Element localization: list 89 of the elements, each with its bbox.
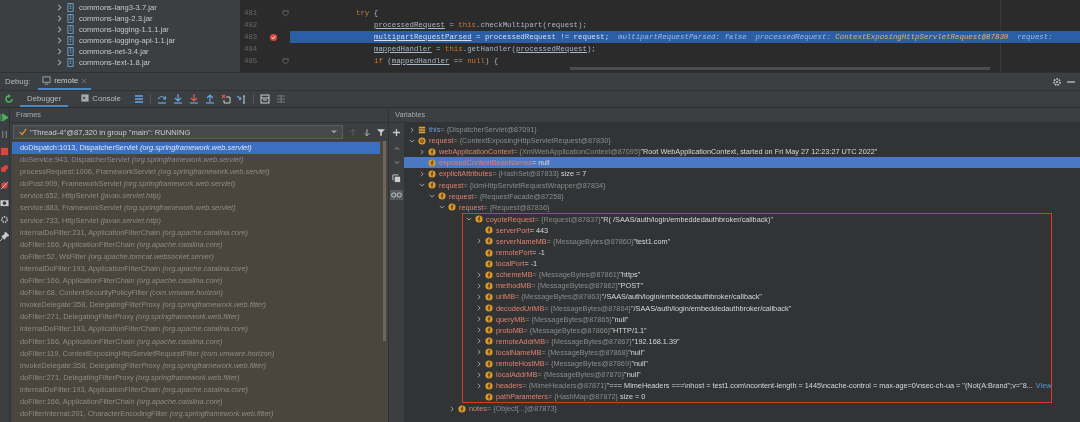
chevron-right-icon[interactable] — [448, 405, 455, 412]
chevron-right-icon[interactable] — [475, 349, 482, 356]
fold-marker-icon[interactable] — [281, 9, 289, 17]
add-icon[interactable] — [392, 128, 401, 137]
settings-icon[interactable] — [0, 215, 9, 224]
chevron-right-icon[interactable] — [475, 316, 482, 323]
force-step-into-icon[interactable] — [188, 94, 199, 104]
checkmark-icon — [19, 128, 27, 136]
field-icon — [485, 248, 493, 257]
field-icon — [485, 392, 493, 401]
chevron-right-icon[interactable] — [475, 282, 482, 289]
field-icon — [485, 270, 493, 279]
chevron-right-icon[interactable] — [56, 15, 63, 22]
chevron-right-icon[interactable] — [475, 338, 482, 345]
chevron-right-icon[interactable] — [56, 48, 63, 55]
breakpoints-icon[interactable] — [0, 164, 9, 173]
chevron-right-icon[interactable] — [56, 4, 63, 11]
down-arrow-icon[interactable] — [363, 127, 371, 137]
field-icon — [485, 337, 493, 346]
chevron-right-icon[interactable] — [56, 26, 63, 33]
jar-icon — [67, 47, 74, 56]
field-icon — [485, 348, 493, 357]
field-icon — [428, 147, 436, 156]
filter-icon[interactable] — [377, 127, 385, 137]
drop-frame-icon[interactable] — [220, 94, 231, 104]
resume-icon[interactable] — [0, 113, 9, 122]
field-icon — [485, 359, 493, 368]
chevron-right-icon[interactable] — [475, 238, 482, 245]
field-icon — [485, 259, 493, 268]
jar-icon — [67, 25, 74, 34]
jar-icon — [67, 36, 74, 45]
chevron-right-icon[interactable] — [475, 271, 482, 278]
settings-icon[interactable] — [1052, 76, 1062, 87]
mute-breakpoints-icon[interactable] — [0, 181, 9, 190]
rerun-icon[interactable] — [4, 94, 14, 104]
field-icon — [428, 169, 436, 178]
field-icon — [485, 370, 493, 379]
chevron-right-icon[interactable] — [475, 360, 482, 367]
field-icon — [485, 237, 493, 246]
glasses-icon[interactable] — [390, 190, 403, 200]
jar-icon — [67, 3, 74, 12]
evaluate-icon[interactable] — [259, 94, 270, 104]
chevron-right-icon[interactable] — [475, 293, 482, 300]
chevron-right-icon[interactable] — [418, 148, 425, 155]
console-icon — [81, 94, 90, 102]
run-to-cursor-icon[interactable] — [236, 94, 247, 104]
parameter-icon — [418, 136, 426, 145]
chevron-right-icon[interactable] — [418, 170, 425, 177]
caret-icon — [331, 129, 337, 135]
field-icon — [485, 381, 493, 390]
field-icon — [485, 326, 493, 335]
pin-icon[interactable] — [0, 232, 9, 241]
step-over-icon[interactable] — [156, 94, 167, 104]
breakpoint-icon[interactable] — [268, 32, 278, 42]
chevron-down-icon[interactable] — [428, 193, 435, 200]
chevron-right-icon[interactable] — [475, 327, 482, 334]
chevron-down-icon[interactable] — [418, 182, 425, 188]
step-out-icon[interactable] — [204, 94, 215, 104]
field-icon — [438, 192, 446, 201]
stop-icon[interactable] — [0, 147, 9, 156]
chevron-right-icon[interactable] — [475, 371, 482, 378]
field-icon — [428, 158, 436, 167]
field-icon — [485, 304, 493, 313]
step-into-icon[interactable] — [172, 94, 183, 104]
camera-icon[interactable] — [0, 198, 9, 207]
stack-icon — [418, 125, 426, 134]
chevron-right-icon[interactable] — [408, 126, 415, 133]
fold-marker-icon[interactable] — [281, 57, 289, 65]
monitor-icon — [42, 76, 52, 85]
field-icon — [475, 215, 483, 224]
chevron-down-icon[interactable] — [408, 137, 415, 144]
jar-icon — [67, 58, 74, 67]
chevron-right-icon[interactable] — [56, 59, 63, 66]
chevron-right-icon[interactable] — [56, 37, 63, 44]
field-icon — [428, 181, 436, 189]
chevron-right-icon[interactable] — [475, 382, 482, 389]
chevron-right-icon[interactable] — [475, 305, 482, 312]
chevron-down-icon[interactable] — [465, 216, 472, 223]
chevron-down-icon[interactable] — [438, 204, 445, 211]
field-icon — [485, 281, 493, 290]
field-icon — [485, 226, 493, 235]
field-icon — [485, 315, 493, 324]
field-icon — [485, 292, 493, 301]
field-icon — [448, 203, 456, 212]
copy-icon[interactable] — [392, 174, 401, 183]
field-icon — [458, 404, 466, 413]
pause-icon[interactable] — [0, 130, 9, 139]
jar-icon — [67, 14, 74, 23]
list-icon[interactable] — [133, 94, 144, 104]
